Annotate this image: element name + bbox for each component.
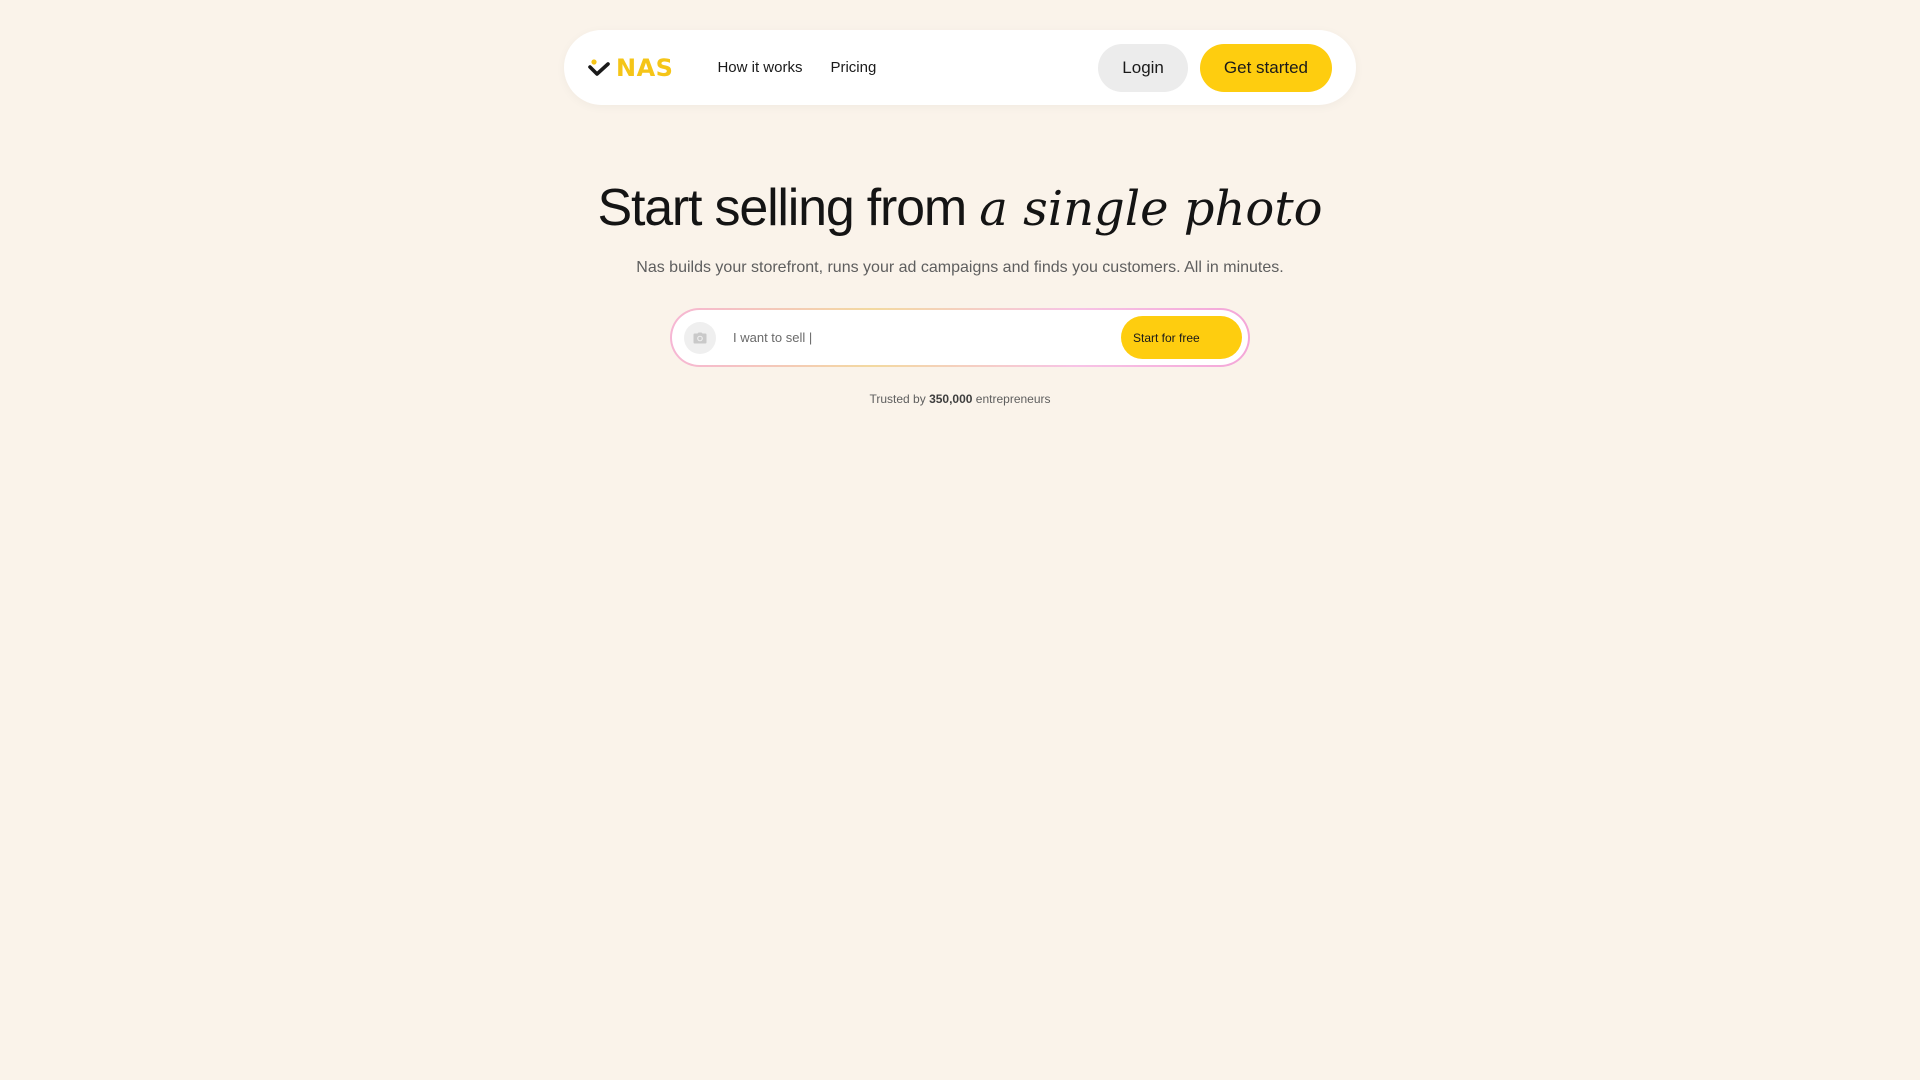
sell-input[interactable]: [733, 330, 1121, 345]
hero-title-plain: Start selling from: [597, 179, 967, 237]
logo-link[interactable]: NAS: [588, 54, 673, 82]
upload-photo-button[interactable]: [684, 321, 716, 354]
nav-actions: Login Get started: [1098, 43, 1332, 92]
sell-search-inner: Start for free: [672, 310, 1248, 365]
logo-mark-icon: [588, 58, 610, 76]
trusted-count: 350,000: [929, 392, 973, 406]
trusted-prefix: Trusted by: [869, 392, 926, 406]
sell-search-bar: Start for free: [670, 308, 1250, 367]
camera-icon: [693, 332, 707, 343]
nav-link-how-it-works[interactable]: How it works: [717, 59, 802, 76]
trusted-suffix: entrepreneurs: [975, 392, 1051, 406]
hero-title: Start selling from a single photo: [0, 178, 1920, 238]
hero-subtitle: Nas builds your storefront, runs your ad…: [636, 259, 1284, 276]
start-for-free-button[interactable]: Start for free: [1121, 316, 1242, 359]
nav-link-pricing[interactable]: Pricing: [830, 59, 876, 76]
logo-text: NAS: [616, 53, 674, 82]
nav-links: How it works Pricing: [717, 59, 876, 76]
hero-title-italic: a single photo: [979, 181, 1323, 237]
login-button[interactable]: Login: [1098, 43, 1188, 92]
get-started-button[interactable]: Get started: [1199, 43, 1332, 92]
trusted-by-text: Trusted by 350,000 entrepreneurs: [0, 392, 1920, 406]
top-nav: NAS How it works Pricing Login Get start…: [564, 30, 1356, 105]
